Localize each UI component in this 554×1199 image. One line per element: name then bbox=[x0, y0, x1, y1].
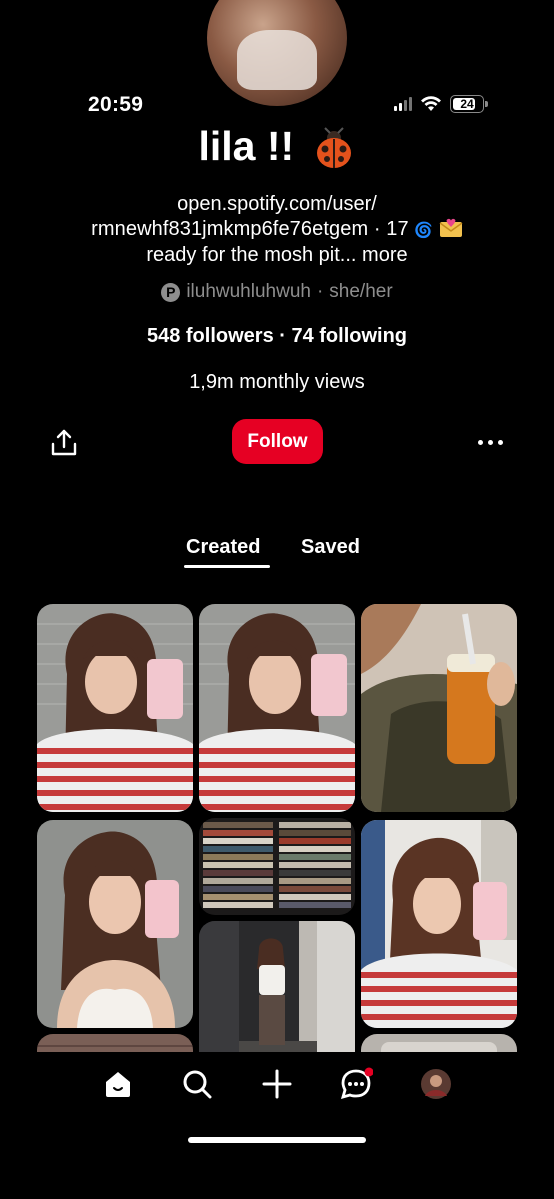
pin-image bbox=[361, 604, 517, 812]
pin-image bbox=[199, 818, 355, 915]
pinterest-icon: P bbox=[161, 282, 181, 302]
dot bbox=[487, 439, 493, 445]
search-icon bbox=[183, 1070, 212, 1099]
signal-icon bbox=[394, 97, 412, 111]
bio-line-3: ready for the mosh pit... more bbox=[0, 243, 554, 268]
nav-home[interactable] bbox=[100, 1066, 136, 1102]
share-icon bbox=[51, 429, 77, 456]
pin-image bbox=[361, 820, 517, 1028]
pin-card[interactable] bbox=[37, 604, 193, 812]
bio-line-1: open.spotify.com/user/ bbox=[177, 193, 377, 215]
status-icons: 24 bbox=[394, 95, 488, 113]
profile-bio: open.spotify.com/user/ rmnewhf831jmkmp6f… bbox=[0, 192, 554, 268]
pin-image bbox=[37, 820, 193, 1028]
pin-image bbox=[37, 604, 193, 812]
profile-name-text: lila !! bbox=[198, 123, 295, 169]
profile-name: lila !! bbox=[0, 123, 554, 171]
create-icon bbox=[262, 1069, 292, 1099]
bio-line-2-text: rmnewhf831jmkmp6fe76etgem · 17 bbox=[91, 218, 409, 240]
wifi-icon bbox=[421, 96, 441, 111]
messages-icon bbox=[340, 1067, 373, 1100]
avatar bbox=[207, 0, 347, 106]
dot bbox=[497, 439, 503, 445]
meta-separator: · bbox=[316, 281, 324, 302]
nav-create[interactable] bbox=[259, 1066, 295, 1102]
pin-card[interactable] bbox=[361, 820, 517, 1028]
nav-profile[interactable] bbox=[418, 1066, 454, 1102]
bio-line-3-text: ready for the mosh pit... bbox=[146, 244, 357, 266]
follow-counts[interactable]: 548 followers · 74 following bbox=[0, 325, 554, 348]
monthly-views: 1,9m monthly views bbox=[189, 371, 365, 393]
more-options-button[interactable] bbox=[474, 430, 506, 454]
tab-saved[interactable]: Saved bbox=[301, 536, 360, 559]
bio-line-2: rmnewhf831jmkmp6fe76etgem · 17 🌀 bbox=[0, 217, 554, 243]
love-letter-icon bbox=[439, 218, 463, 237]
share-button[interactable] bbox=[48, 427, 80, 459]
active-tab-indicator bbox=[184, 565, 270, 568]
ladybug-icon bbox=[316, 127, 351, 169]
home-indicator[interactable] bbox=[188, 1137, 366, 1143]
nav-search[interactable] bbox=[179, 1066, 215, 1102]
tab-created[interactable]: Created bbox=[186, 536, 260, 559]
profile-avatar bbox=[421, 1069, 451, 1099]
pin-card[interactable] bbox=[199, 604, 355, 812]
profile-meta: P iluhwuhluhwuh · she/her bbox=[0, 281, 554, 303]
pin-card[interactable] bbox=[37, 820, 193, 1028]
pin-card[interactable] bbox=[199, 818, 355, 915]
battery-level: 24 bbox=[460, 97, 474, 111]
spiral-icon: 🌀 bbox=[414, 222, 434, 239]
username: iluhwuhluhwuh bbox=[186, 281, 311, 302]
home-icon bbox=[106, 1072, 130, 1097]
pronouns: she/her bbox=[329, 281, 393, 302]
follow-button[interactable]: Follow bbox=[232, 419, 323, 464]
pin-card[interactable] bbox=[361, 604, 517, 812]
dot bbox=[477, 439, 483, 445]
status-time: 20:59 bbox=[88, 93, 144, 116]
battery-icon: 24 bbox=[450, 95, 488, 113]
bio-more-link[interactable]: more bbox=[362, 244, 408, 266]
nav-messages[interactable] bbox=[338, 1066, 374, 1102]
pin-image bbox=[199, 604, 355, 812]
